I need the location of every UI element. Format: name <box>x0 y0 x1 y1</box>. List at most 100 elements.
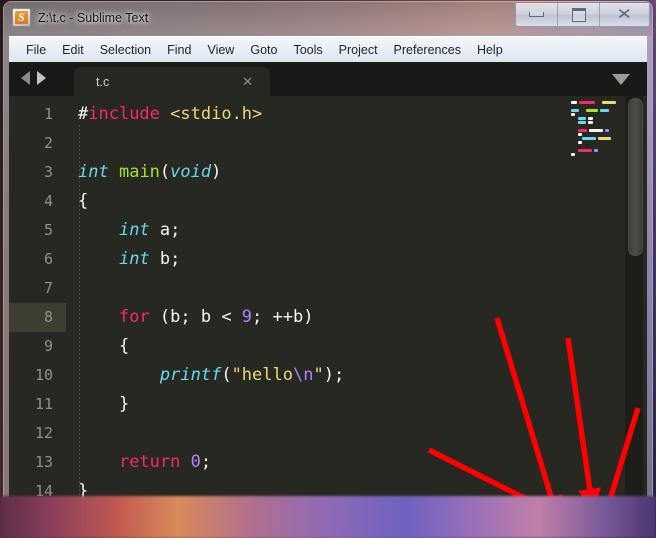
maximize-button[interactable] <box>558 3 600 26</box>
scrollbar-thumb[interactable] <box>628 98 643 256</box>
token: int <box>118 220 150 240</box>
minimize-button[interactable] <box>516 3 558 26</box>
minimap-line-3 <box>571 109 623 112</box>
menu-item-project[interactable]: Project <box>331 40 386 60</box>
token: void <box>170 162 212 182</box>
line-number-10: 10 <box>34 366 53 384</box>
minimap-segment <box>578 133 582 136</box>
line-number-12: 12 <box>34 424 53 442</box>
token: } <box>78 394 130 414</box>
line-number-8: 8 <box>9 303 66 332</box>
code-line-5: int a; <box>78 216 180 245</box>
minimap-segment <box>571 141 576 144</box>
token: for <box>118 307 150 327</box>
minimap-segment <box>571 101 577 104</box>
menu-item-goto[interactable]: Goto <box>242 40 285 60</box>
code-editor[interactable]: 1 2 3 4 5 6 7 8 9 10 11 12 13 14 #include <stdio.h> in… <box>9 96 647 501</box>
arrow-left-icon[interactable] <box>21 71 30 85</box>
token: return <box>118 452 181 472</box>
token: # <box>78 104 89 124</box>
minimap[interactable] <box>567 96 623 501</box>
menu-item-view[interactable]: View <box>199 40 242 60</box>
code-line-10: printf("hello\n"); <box>78 361 344 390</box>
sublime-s-icon: S <box>12 8 31 27</box>
token: ( <box>159 162 171 182</box>
minimap-segment <box>582 137 596 140</box>
line-number-9: 9 <box>43 337 53 355</box>
minimize-icon <box>529 12 544 17</box>
token: a; <box>149 220 181 240</box>
line-number-14: 14 <box>34 482 53 500</box>
statusbar: ASCII, Line 8, Column 5 Tab Size: 4 C++ <box>9 501 647 529</box>
token: int <box>118 249 150 269</box>
chevron-down-icon[interactable] <box>612 74 630 85</box>
minimap-segment <box>588 117 593 120</box>
minimap-segment <box>602 101 616 104</box>
line-number-gutter: 1 2 3 4 5 6 7 8 9 10 11 12 13 14 <box>9 96 66 501</box>
line-number-4: 4 <box>43 192 53 210</box>
minimap-segment <box>588 121 593 124</box>
code-line-3: int main(void) <box>78 158 221 187</box>
minimap-line-5 <box>571 117 623 120</box>
token: "hello <box>231 365 293 385</box>
close-button[interactable]: ✕ <box>600 3 649 26</box>
code-line-11: } <box>78 390 129 419</box>
watermark-text: http://blog.csdn.net/shenwanjiang111 <box>278 504 576 525</box>
minimap-line-14 <box>571 153 623 156</box>
code-content[interactable]: #include <stdio.h> int main(void) { int a;… <box>66 96 586 501</box>
minimap-segment <box>586 109 598 112</box>
window-title: Z:\t.c - Sublime Text <box>38 10 149 25</box>
minimap-segment <box>578 121 586 124</box>
minimap-segment <box>571 129 576 132</box>
menu-item-help[interactable]: Help <box>469 40 511 60</box>
desktop-wallpaper: S Z:\t.c - Sublime Text ✕ File Edit Select… <box>0 0 656 538</box>
token: ; ++b) <box>252 307 314 327</box>
status-divider <box>562 503 563 527</box>
token: \n <box>292 365 314 385</box>
minimap-line-4 <box>571 113 623 116</box>
minimap-segment <box>571 153 575 156</box>
token: { <box>78 191 89 211</box>
menu-item-preferences[interactable]: Preferences <box>386 40 469 60</box>
minimap-segment <box>581 109 584 112</box>
code-line-14: } <box>78 477 88 501</box>
token: (b; b < <box>149 307 242 327</box>
minimap-line-12 <box>571 145 623 148</box>
close-icon: ✕ <box>616 6 633 23</box>
minimap-segment <box>571 109 579 112</box>
window-titlebar[interactable]: S Z:\t.c - Sublime Text ✕ <box>4 2 652 36</box>
code-line-1: #include <stdio.h> <box>78 100 262 129</box>
code-line-4: { <box>78 187 88 216</box>
status-divider <box>421 503 422 527</box>
token: ; <box>200 452 212 472</box>
token: } <box>78 481 89 501</box>
menu-item-selection[interactable]: Selection <box>92 40 159 60</box>
status-syntax[interactable]: C++ <box>574 508 598 522</box>
minimap-segment <box>571 113 575 116</box>
menu-item-file[interactable]: File <box>18 40 54 60</box>
tabbar: t.c ✕ <box>9 62 647 96</box>
tab-nav-arrows <box>21 71 46 85</box>
minimap-line-10 <box>571 137 623 140</box>
menu-item-edit[interactable]: Edit <box>54 40 92 60</box>
minimap-segment <box>600 109 609 112</box>
minimap-segment <box>571 149 576 152</box>
minimap-segment <box>589 129 603 132</box>
menu-item-find[interactable]: Find <box>159 40 199 60</box>
titlebar-left-group: S Z:\t.c - Sublime Text <box>12 8 148 27</box>
minimap-line-8 <box>571 129 623 132</box>
arrow-right-icon[interactable] <box>37 71 46 85</box>
token: printf <box>159 365 222 385</box>
tab-t-c[interactable]: t.c ✕ <box>74 67 270 96</box>
tab-close-icon[interactable]: ✕ <box>242 74 253 90</box>
line-number-13: 13 <box>34 453 53 471</box>
line-number-6: 6 <box>43 250 53 268</box>
maximize-icon <box>571 7 586 22</box>
status-tab-size[interactable]: Tab Size: 4 <box>432 508 494 522</box>
vertical-scrollbar[interactable] <box>625 96 643 501</box>
code-line-8: for (b; b < 9; ++b) <box>78 303 314 332</box>
menu-item-tools[interactable]: Tools <box>285 40 330 60</box>
